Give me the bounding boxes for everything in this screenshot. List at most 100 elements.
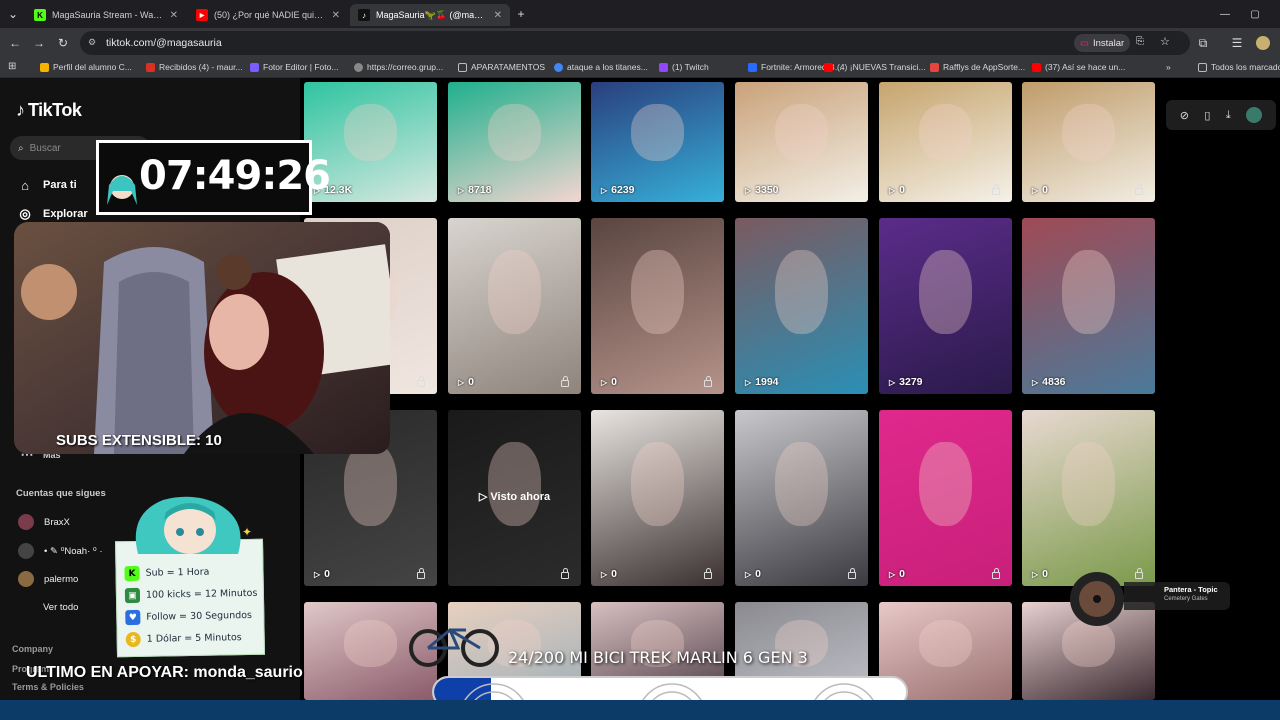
globe-icon [354,62,363,72]
view-count-text: 0 [468,376,474,388]
play-icon: ▷ [889,377,896,387]
video-tile[interactable]: ▷ 4836 [1022,218,1155,394]
video-tile[interactable]: ▷ 0 [879,82,1012,202]
rate-text: 1 Dólar = 5 Minutos [146,632,242,645]
view-count-text: 0 [611,568,617,580]
search-placeholder: Buscar [29,142,61,154]
see-all-link[interactable]: Ver todo [43,602,78,613]
maximize-icon[interactable]: ▢ [1246,5,1264,23]
star-icon[interactable]: ☆ [1160,35,1170,48]
video-thumbnail [918,441,973,527]
video-tile[interactable]: ▷ 0 [448,218,581,394]
bookmark-item[interactable]: Perfil del alumno C... [40,62,132,72]
tab-kick[interactable]: K MagaSauria Stream - Watch Li... ✕ [26,4,186,26]
view-count-text: 3279 [899,376,923,388]
account-name: • ✎ ⁰Noah· ⁰ · [44,545,103,557]
bookmark-label: Rafflys de AppSorte... [943,62,1026,72]
video-tile[interactable]: ▷ 6239 [591,82,724,202]
coin-icon: $ [125,631,141,648]
view-count: ▷ 3279 [889,376,923,388]
nav-explorar[interactable]: ◎ Explorar [16,205,88,223]
bookmark-label: (37) Así se hace un... [1045,62,1126,72]
play-icon: ▷ [458,185,465,195]
video-tile[interactable]: ▷ 0 [879,410,1012,586]
view-count: ▷ 8718 [458,184,492,196]
video-tile[interactable]: ▷ 1994 [735,218,868,394]
bookmark-label: (1) Twitch [672,62,709,72]
close-icon[interactable]: ✕ [170,10,178,21]
menu-list-icon[interactable]: ☰ [1228,34,1246,52]
install-button[interactable]: ▭ Instalar [1074,34,1131,52]
avatar[interactable] [1246,107,1263,123]
video-tile[interactable]: ▷ 3279 [879,218,1012,394]
video-tile[interactable]: ▷ 0 [735,410,868,586]
video-thumbnail [1061,249,1116,335]
tab-tiktok[interactable]: ♪ MagaSauria🦖🍒 (@magasaur... ✕ [350,4,510,26]
apps-icon[interactable]: ⊞ [8,61,16,72]
close-icon[interactable]: ✕ [494,10,502,21]
video-tile[interactable]: ▷ 0 [591,218,724,394]
video-tile[interactable]: ▷ 0 [591,410,724,586]
reload-icon[interactable]: ↻ [54,34,72,52]
tab-youtube[interactable]: ▶ (50) ¿Por qué NADIE quiere a e... ✕ [188,4,348,26]
video-thumbnail [487,249,542,335]
site-info-icon[interactable]: ⚙ [88,37,96,48]
view-count: ▷ 0 [601,568,617,580]
all-bookmarks[interactable]: Todos los marcado [1198,62,1280,72]
address-bar[interactable]: ⚙ tiktok.com/@magasauria ▭ Instalar ⎘ ☆ [80,31,1190,55]
video-tile[interactable]: ▷ 0 [1022,82,1155,202]
svg-text:✦: ✦ [242,525,252,539]
bookmark-label: APARATAMENTOS [471,62,545,72]
profile-avatar[interactable] [1254,34,1272,52]
bookmark-item[interactable]: https://correo.grup... [354,62,443,72]
bookmark-folder[interactable]: APARATAMENTOS [458,62,545,72]
bookmark-item[interactable]: Recibidos (4) - maur... [146,62,243,72]
footer-company[interactable]: Company [12,644,53,654]
minimize-icon[interactable]: — [1216,5,1234,23]
timer-display: 07:49:26 [139,153,331,199]
download-icon[interactable]: ⤓ [1226,109,1231,122]
following-account[interactable]: • ✎ ⁰Noah· ⁰ · [18,543,103,559]
play-icon: ▷ [1032,377,1039,387]
extensions-icon[interactable]: ⧉ [1194,34,1212,52]
bookmark-item[interactable]: (1) Twitch [659,62,709,72]
video-tile[interactable]: ▷ Visto ahora [448,410,581,586]
compass-icon[interactable]: ⊘ [1180,109,1189,122]
bookmark-label: ataque a los titanes... [567,62,648,72]
account-name: BraxX [44,516,70,528]
video-thumbnail [630,441,685,527]
play-icon: ▷ [601,185,608,195]
tiktok-logo[interactable]: ♪ TikTok [16,100,82,121]
play-icon: ▷ [458,377,465,387]
view-count-text: 0 [324,568,330,580]
footer-terms[interactable]: Terms & Policies [12,682,84,692]
tab-search-icon[interactable]: ⌄ [4,5,22,23]
following-account[interactable]: palermo [18,571,78,587]
bookmark-item[interactable]: (4) ¡NUEVAS Transici... [824,62,926,72]
bookmarks-overflow-icon[interactable]: » [1166,62,1171,72]
following-account[interactable]: BraxX [18,514,70,530]
back-icon[interactable]: ← [6,34,24,52]
bookmark-item[interactable]: Rafflys de AppSorte... [930,62,1025,72]
music-title: Pantera - Topic [1164,585,1218,594]
bookmark-label: Fotor Editor | Foto... [263,62,339,72]
nav-para-ti[interactable]: ⌂ Para ti [16,176,77,194]
nav-label: Explorar [43,208,88,220]
video-thumbnail [343,619,398,667]
subathon-timer: 07:49:26 [96,140,331,215]
video-tile[interactable]: ▷ 3350 [735,82,868,202]
youtube-icon: ▶ [196,9,208,21]
forward-icon[interactable]: → [30,34,48,52]
video-tile[interactable]: ▷ 0 [1022,410,1155,586]
new-tab-button[interactable]: + [512,5,530,23]
bookmark-item[interactable]: Fotor Editor | Foto... [250,62,338,72]
bookmark-item[interactable]: (37) Así se hace un... [1032,62,1125,72]
video-thumbnail [918,249,973,335]
phone-icon[interactable]: ▯ [1204,109,1210,122]
bookmark-item[interactable]: ataque a los titanes... [554,62,648,72]
bookmarks-bar: ⊞ Perfil del alumno C... Recibidos (4) -… [0,58,1280,78]
close-icon[interactable]: ✕ [332,10,340,21]
translate-icon[interactable]: ⎘ [1136,36,1144,47]
video-tile[interactable]: ▷ 8718 [448,82,581,202]
rate-row: K Sub = 1 Hora [124,565,209,582]
